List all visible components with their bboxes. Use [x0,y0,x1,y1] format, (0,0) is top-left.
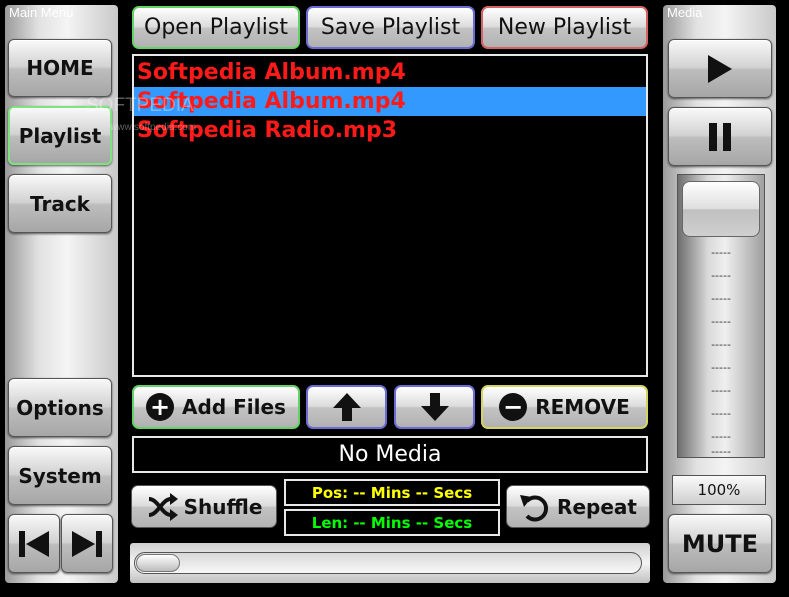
minus-circle-icon: − [499,393,528,421]
volume-tick: ----- [711,430,731,443]
volume-tick: ----- [711,292,731,305]
position-value: -- Mins -- Secs [353,483,473,502]
move-down-button[interactable] [394,385,475,429]
seek-thumb[interactable] [136,554,180,572]
play-icon [708,54,732,83]
playlist-box[interactable]: Softpedia Album.mp4 Softpedia Album.mp4 … [132,54,648,377]
remove-button[interactable]: − REMOVE [481,385,648,429]
seek-track[interactable] [134,552,642,574]
new-playlist-button[interactable]: New Playlist [481,6,648,49]
watermark-url: www.softpedia.com [110,122,197,133]
main-menu-title: Main Menu [9,5,74,20]
volume-tick: ----- [711,407,731,420]
position-label: Pos: [311,483,349,502]
length-value: -- Mins -- Secs [353,513,473,532]
volume-tick: ----- [711,269,731,282]
remove-label: REMOVE [535,395,630,419]
options-button[interactable]: Options [8,378,112,437]
skip-previous-icon [19,530,49,557]
volume-tick: ----- [711,246,731,259]
arrow-up-icon [332,393,361,421]
skip-next-icon [72,530,102,557]
save-playlist-button[interactable]: Save Playlist [306,6,475,49]
length-display: Len: -- Mins -- Secs [284,509,500,536]
mute-button[interactable]: MUTE [668,514,772,573]
plus-circle-icon: + [146,393,175,421]
arrow-down-icon [420,393,449,421]
track-button[interactable]: Track [8,174,112,233]
volume-tick: ----- [711,315,731,328]
shuffle-icon [148,492,178,521]
length-label: Len: [311,513,349,532]
playlist-item[interactable]: Softpedia Radio.mp3 [134,116,646,145]
media-title: Media [667,5,703,20]
next-track-button[interactable] [61,514,113,573]
playlist-item-selected[interactable]: Softpedia Album.mp4 [134,87,646,116]
shuffle-button[interactable]: Shuffle [131,485,277,528]
volume-tick: ----- [711,445,731,458]
volume-tick: ----- [711,384,731,397]
open-playlist-button[interactable]: Open Playlist [132,6,300,49]
watermark: SOFTPEDIA [86,95,194,116]
playlist-item[interactable]: Softpedia Album.mp4 [134,58,646,87]
shuffle-label: Shuffle [183,494,263,519]
volume-tick: ----- [711,338,731,351]
home-button[interactable]: HOME [8,39,112,97]
volume-percent: 100% [672,475,766,505]
previous-track-button[interactable] [8,514,60,573]
repeat-icon [520,494,549,521]
move-up-button[interactable] [306,385,387,429]
volume-slider[interactable]: ----- ----- ----- ----- ----- ----- ----… [677,174,765,458]
repeat-button[interactable]: Repeat [506,485,650,528]
pause-icon [709,122,731,151]
add-files-button[interactable]: + Add Files [132,385,300,429]
system-button[interactable]: System [8,446,112,505]
position-display: Pos: -- Mins -- Secs [284,479,500,506]
add-files-label: Add Files [182,395,286,419]
seek-bar[interactable] [130,543,650,583]
now-playing-display: No Media [132,436,648,473]
pause-button[interactable] [668,107,772,166]
repeat-label: Repeat [557,494,637,519]
play-button[interactable] [668,39,772,98]
volume-thumb[interactable] [682,181,760,237]
volume-tick: ----- [711,361,731,374]
